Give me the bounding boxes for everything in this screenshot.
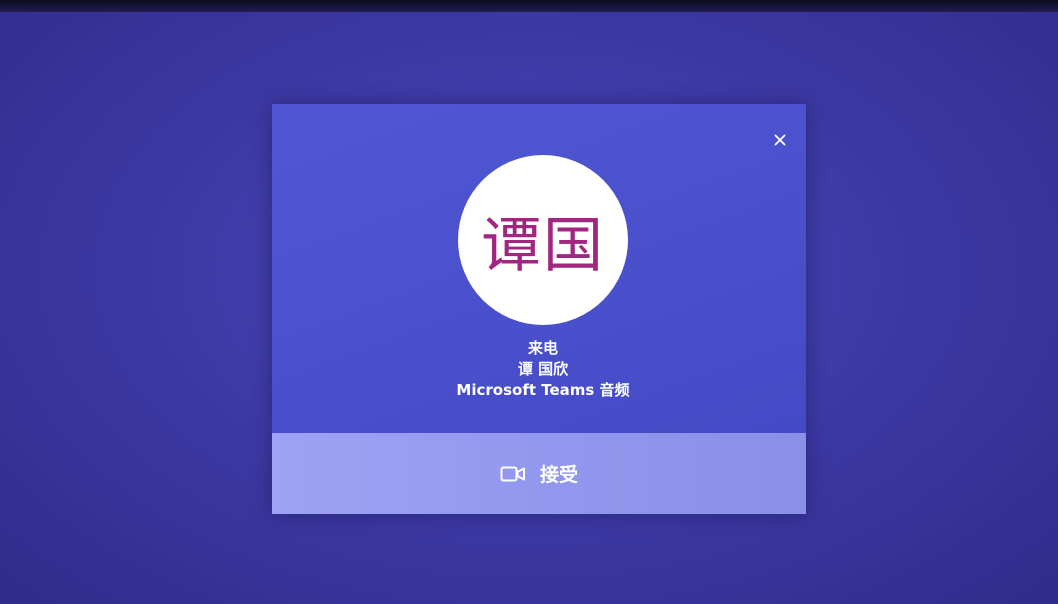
call-type: Microsoft Teams 音频 <box>456 381 630 399</box>
video-camera-icon <box>500 466 525 481</box>
call-status: 来电 <box>527 339 558 357</box>
caller-info: 来电 谭 国欣 Microsoft Teams 音频 <box>272 338 814 401</box>
caller-name: 谭 国欣 <box>517 360 569 378</box>
accept-button-content: 接受 <box>500 460 578 487</box>
close-button[interactable] <box>768 128 792 152</box>
top-bezel <box>0 0 1058 12</box>
screen: 谭国 来电 谭 国欣 Microsoft Teams 音频 接受 <box>0 0 1058 604</box>
accept-label: 接受 <box>539 464 578 486</box>
incoming-call-dialog: 谭国 来电 谭 国欣 Microsoft Teams 音频 接受 <box>272 104 806 514</box>
close-icon <box>774 134 786 146</box>
accept-button[interactable]: 接受 <box>272 433 806 514</box>
avatar: 谭国 <box>458 155 628 325</box>
avatar-initials: 谭国 <box>481 210 605 281</box>
